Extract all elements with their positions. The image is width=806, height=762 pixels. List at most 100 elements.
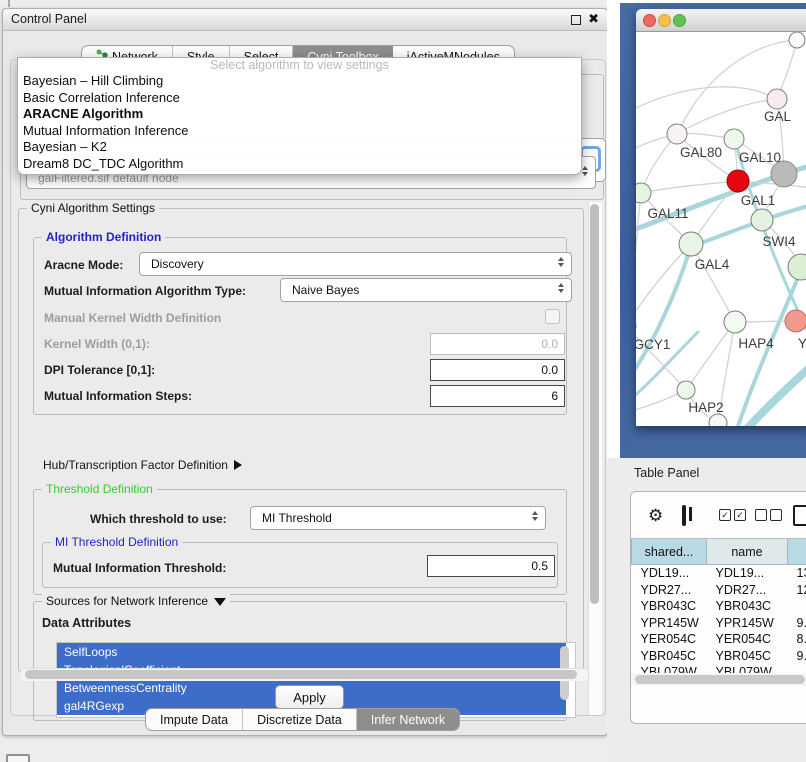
new-table-icon[interactable] — [793, 505, 806, 526]
control-panel-titlebar[interactable]: Control Panel ✖ — [3, 9, 607, 31]
table-horizontal-scrollbar[interactable] — [631, 673, 806, 686]
threshold-definition-group: Threshold Definition Which threshold to … — [33, 489, 567, 595]
float-window-icon[interactable] — [571, 15, 581, 25]
select-all-checkboxes-icon[interactable]: ✓✓ — [719, 509, 746, 521]
table-row[interactable]: YDL19...YDL19...13 — [632, 565, 806, 582]
column-header[interactable]: shared... — [632, 539, 707, 565]
mi-threshold-definition-title: MI Threshold Definition — [51, 535, 182, 549]
dpi-tolerance-field[interactable]: 0.0 — [430, 359, 565, 381]
kernel-width-field[interactable]: 0.0 — [430, 333, 565, 355]
dropdown-option[interactable]: Bayesian – K2 — [18, 139, 581, 156]
network-window-titlebar[interactable] — [636, 9, 806, 32]
tab-label: Impute Data — [160, 713, 228, 727]
network-node — [679, 232, 703, 256]
table-panel-box: ⚙ ✓✓ shared... name — [630, 491, 806, 724]
network-node — [751, 209, 773, 231]
network-node — [789, 32, 805, 48]
node-attribute-table[interactable]: shared... name YDL19...YDL19...13 YDR27.… — [631, 539, 806, 673]
dropdown-option[interactable]: Basic Correlation Inference — [18, 90, 581, 107]
manual-kernel-checkbox[interactable] — [545, 309, 560, 324]
node-label: GAL — [764, 109, 792, 124]
node-label: HAP4 — [738, 336, 774, 351]
tab-label: Infer Network — [371, 713, 445, 727]
close-traffic-light-icon[interactable] — [643, 14, 656, 27]
apply-button[interactable]: Apply — [275, 685, 344, 709]
node-label: GAL10 — [739, 150, 781, 165]
aracne-mode-label: Aracne Mode: — [44, 258, 123, 272]
cyni-algorithm-settings-title: Cyni Algorithm Settings — [27, 201, 159, 215]
mi-type-combobox[interactable]: Naive Bayes — [280, 278, 572, 302]
tab-label: Discretize Data — [257, 713, 342, 727]
deselect-all-checkboxes-icon[interactable] — [755, 509, 782, 521]
table-row[interactable]: YBR043CYBR043C — [632, 598, 806, 615]
dropdown-option-selected[interactable]: ARACNE Algorithm — [18, 106, 581, 123]
table-row[interactable]: YER054CYER054C8. — [632, 631, 806, 648]
table-row[interactable]: YBL079WYBL079W — [632, 664, 806, 673]
network-node — [636, 183, 651, 203]
which-threshold-combobox[interactable]: MI Threshold — [250, 506, 546, 530]
algorithm-dropdown-popup: Select algorithm to view settings Bayesi… — [17, 57, 582, 175]
tab-impute-data[interactable]: Impute Data — [146, 709, 243, 730]
node-label: GAL80 — [680, 145, 722, 160]
settings-vertical-scrollbar-thumb[interactable] — [590, 204, 599, 604]
which-threshold-value: MI Threshold — [262, 511, 332, 525]
dropdown-option[interactable]: Mutual Information Inference — [18, 123, 581, 140]
settings-horizontal-scrollbar-thumb[interactable] — [25, 670, 577, 679]
dropdown-option[interactable]: Bayesian – Hill Climbing — [18, 73, 581, 90]
collapse-down-icon — [214, 598, 226, 606]
dpi-tolerance-label: DPI Tolerance [0,1]: — [44, 363, 155, 377]
dropdown-option[interactable]: Dream8 DC_TDC Algorithm — [18, 156, 581, 173]
table-header-row[interactable]: shared... name — [632, 539, 806, 565]
sources-title-row[interactable]: Sources for Network Inference — [42, 594, 230, 608]
mi-steps-field[interactable]: 6 — [430, 385, 565, 407]
column-header[interactable]: name — [707, 539, 788, 565]
aracne-mode-value: Discovery — [151, 257, 204, 271]
node-label: GCY1 — [636, 337, 670, 352]
attribute-item[interactable]: SelfLoops — [57, 643, 566, 661]
kernel-width-label: Kernel Width (0,1): — [44, 337, 150, 351]
hub-definition-label: Hub/Transcription Factor Definition — [43, 458, 228, 472]
kernel-width-value: 0.0 — [541, 337, 558, 351]
gear-icon[interactable]: ⚙ — [648, 507, 663, 524]
network-node — [709, 414, 727, 426]
table-panel: Table Panel ⚙ ✓✓ sh — [607, 458, 806, 762]
table-row[interactable]: YBR045CYBR045C9. — [632, 648, 806, 665]
cyni-algorithm-settings-group: Cyni Algorithm Settings Algorithm Defini… — [18, 208, 584, 672]
algorithm-definition-title: Algorithm Definition — [42, 230, 165, 244]
manual-kernel-label: Manual Kernel Width Definition — [44, 311, 221, 325]
zoom-traffic-light-icon[interactable] — [673, 14, 686, 27]
column-header[interactable] — [788, 539, 806, 565]
apply-button-label: Apply — [293, 690, 326, 705]
network-node — [724, 129, 744, 149]
algorithm-definition-group: Algorithm Definition Aracne Mode: Discov… — [33, 237, 567, 415]
node-label: GAL4 — [695, 257, 730, 272]
expand-right-icon — [234, 460, 242, 470]
which-threshold-label: Which threshold to use: — [90, 512, 227, 526]
tab-infer-network[interactable]: Infer Network — [357, 709, 459, 730]
application-window: Control Panel ✖ Network Style Select Cyn… — [0, 0, 806, 762]
mi-threshold-label: Mutual Information Threshold: — [53, 561, 226, 575]
bottom-tabs: Impute Data Discretize Data Infer Networ… — [145, 708, 460, 731]
network-canvas[interactable]: GAL GAL80 GAL10 GAL1 GAL11 SWI4 GAL4 GCY… — [636, 32, 806, 426]
close-icon[interactable]: ✖ — [588, 11, 599, 27]
network-node — [788, 254, 806, 280]
threshold-definition-title: Threshold Definition — [42, 482, 157, 496]
network-view-window[interactable]: GAL GAL80 GAL10 GAL1 GAL11 SWI4 GAL4 GCY… — [636, 9, 806, 426]
tab-discretize-data[interactable]: Discretize Data — [243, 709, 357, 730]
mi-threshold-field[interactable]: 0.5 — [427, 555, 555, 577]
network-node — [785, 310, 806, 332]
mi-type-value: Naive Bayes — [292, 283, 359, 297]
aracne-mode-combobox[interactable]: Discovery — [139, 252, 572, 276]
dropdown-placeholder: Select algorithm to view settings — [18, 58, 581, 73]
table-row[interactable]: YDR27...YDR27...12 — [632, 582, 806, 599]
table-panel-title: Table Panel — [634, 466, 699, 480]
collapsed-panel-icon[interactable] — [6, 754, 30, 762]
network-node — [677, 381, 695, 399]
minimize-traffic-light-icon[interactable] — [658, 14, 671, 27]
split-columns-icon[interactable] — [682, 505, 686, 526]
hub-definition-toggle[interactable]: Hub/Transcription Factor Definition — [43, 458, 242, 472]
control-panel-title: Control Panel — [11, 12, 87, 26]
table-row[interactable]: YPR145WYPR145W9. — [632, 615, 806, 632]
mi-steps-value: 6 — [551, 389, 558, 403]
node-label: Y — [798, 336, 806, 351]
